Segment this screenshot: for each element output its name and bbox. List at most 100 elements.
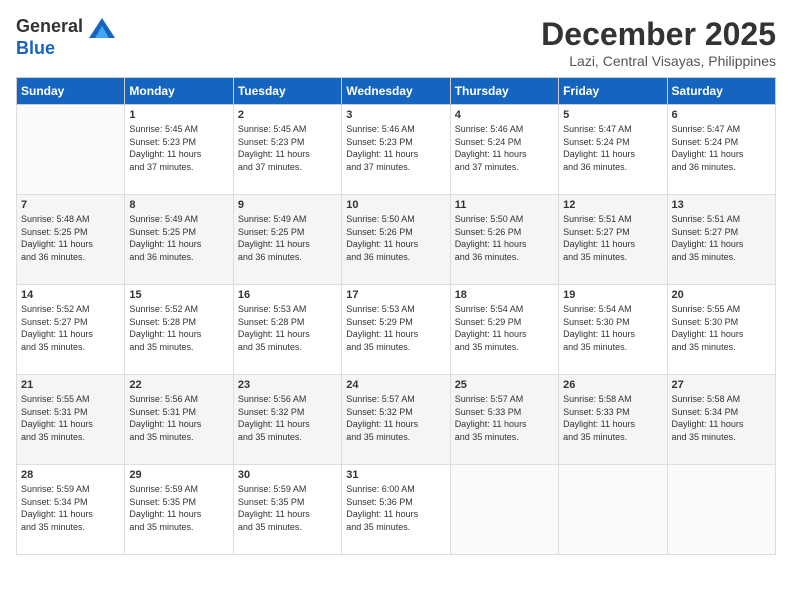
day-number: 21	[21, 379, 120, 391]
day-info: Sunrise: 5:59 AM Sunset: 5:34 PM Dayligh…	[21, 483, 120, 533]
day-number: 29	[129, 469, 228, 481]
day-info: Sunrise: 5:54 AM Sunset: 5:29 PM Dayligh…	[455, 303, 554, 353]
day-info: Sunrise: 5:56 AM Sunset: 5:31 PM Dayligh…	[129, 393, 228, 443]
calendar-cell: 6 Sunrise: 5:47 AM Sunset: 5:24 PM Daylig…	[667, 105, 775, 195]
calendar-cell: 21Sunrise: 5:55 AM Sunset: 5:31 PM Dayli…	[17, 375, 125, 465]
day-info: Sunrise: 5:47 AM Sunset: 5:24 PM Dayligh…	[672, 123, 771, 173]
calendar-week-row: 21Sunrise: 5:55 AM Sunset: 5:31 PM Dayli…	[17, 375, 776, 465]
day-number: 22	[129, 379, 228, 391]
day-number: 8	[129, 199, 228, 211]
calendar-cell: 18 Sunrise: 5:54 AM Sunset: 5:29 PM Dayli…	[450, 285, 558, 375]
calendar-cell: 26 Sunrise: 5:58 AM Sunset: 5:33 PM Dayli…	[559, 375, 667, 465]
day-number: 2	[238, 109, 337, 121]
header-day-thursday: Thursday	[450, 78, 558, 105]
title-area: December 2025 Lazi, Central Visayas, Phi…	[541, 16, 776, 69]
day-info: Sunrise: 5:45 AM Sunset: 5:23 PM Dayligh…	[238, 123, 337, 173]
calendar-cell: 24Sunrise: 5:57 AM Sunset: 5:32 PM Dayli…	[342, 375, 450, 465]
day-number: 23	[238, 379, 337, 391]
calendar-week-row: 7 Sunrise: 5:48 AM Sunset: 5:25 PM Daylig…	[17, 195, 776, 285]
day-number: 5	[563, 109, 662, 121]
day-number: 10	[346, 199, 445, 211]
day-number: 6	[672, 109, 771, 121]
day-info: Sunrise: 5:50 AM Sunset: 5:26 PM Dayligh…	[455, 213, 554, 263]
day-info: Sunrise: 6:00 AM Sunset: 5:36 PM Dayligh…	[346, 483, 445, 533]
calendar-cell: 28 Sunrise: 5:59 AM Sunset: 5:34 PM Dayli…	[17, 465, 125, 555]
calendar-week-row: 14 Sunrise: 5:52 AM Sunset: 5:27 PM Dayli…	[17, 285, 776, 375]
calendar-cell: 12 Sunrise: 5:51 AM Sunset: 5:27 PM Dayli…	[559, 195, 667, 285]
calendar-cell: 8 Sunrise: 5:49 AM Sunset: 5:25 PM Daylig…	[125, 195, 233, 285]
day-info: Sunrise: 5:51 AM Sunset: 5:27 PM Dayligh…	[563, 213, 662, 263]
day-info: Sunrise: 5:48 AM Sunset: 5:25 PM Dayligh…	[21, 213, 120, 263]
calendar-cell	[450, 465, 558, 555]
location-subtitle: Lazi, Central Visayas, Philippines	[541, 53, 776, 69]
day-number: 1	[129, 109, 228, 121]
header-day-monday: Monday	[125, 78, 233, 105]
day-info: Sunrise: 5:49 AM Sunset: 5:25 PM Dayligh…	[238, 213, 337, 263]
header-day-sunday: Sunday	[17, 78, 125, 105]
logo-text: General Blue	[16, 16, 116, 59]
day-number: 7	[21, 199, 120, 211]
calendar-cell: 23Sunrise: 5:56 AM Sunset: 5:32 PM Dayli…	[233, 375, 341, 465]
day-info: Sunrise: 5:54 AM Sunset: 5:30 PM Dayligh…	[563, 303, 662, 353]
day-number: 14	[21, 289, 120, 301]
day-info: Sunrise: 5:46 AM Sunset: 5:24 PM Dayligh…	[455, 123, 554, 173]
day-number: 30	[238, 469, 337, 481]
day-info: Sunrise: 5:47 AM Sunset: 5:24 PM Dayligh…	[563, 123, 662, 173]
day-info: Sunrise: 5:59 AM Sunset: 5:35 PM Dayligh…	[238, 483, 337, 533]
calendar-cell: 3Sunrise: 5:46 AM Sunset: 5:23 PM Daylig…	[342, 105, 450, 195]
day-number: 17	[346, 289, 445, 301]
calendar-cell	[559, 465, 667, 555]
day-info: Sunrise: 5:58 AM Sunset: 5:34 PM Dayligh…	[672, 393, 771, 443]
day-info: Sunrise: 5:45 AM Sunset: 5:23 PM Dayligh…	[129, 123, 228, 173]
calendar-cell: 10Sunrise: 5:50 AM Sunset: 5:26 PM Dayli…	[342, 195, 450, 285]
calendar-cell: 13Sunrise: 5:51 AM Sunset: 5:27 PM Dayli…	[667, 195, 775, 285]
calendar-cell: 9Sunrise: 5:49 AM Sunset: 5:25 PM Daylig…	[233, 195, 341, 285]
day-info: Sunrise: 5:51 AM Sunset: 5:27 PM Dayligh…	[672, 213, 771, 263]
page-header: General Blue December 2025 Lazi, Central…	[16, 16, 776, 69]
day-number: 4	[455, 109, 554, 121]
day-info: Sunrise: 5:59 AM Sunset: 5:35 PM Dayligh…	[129, 483, 228, 533]
day-number: 16	[238, 289, 337, 301]
calendar-cell: 19Sunrise: 5:54 AM Sunset: 5:30 PM Dayli…	[559, 285, 667, 375]
calendar-cell: 22 Sunrise: 5:56 AM Sunset: 5:31 PM Dayli…	[125, 375, 233, 465]
day-number: 31	[346, 469, 445, 481]
header-day-friday: Friday	[559, 78, 667, 105]
day-info: Sunrise: 5:58 AM Sunset: 5:33 PM Dayligh…	[563, 393, 662, 443]
day-info: Sunrise: 5:52 AM Sunset: 5:27 PM Dayligh…	[21, 303, 120, 353]
calendar-cell: 17 Sunrise: 5:53 AM Sunset: 5:29 PM Dayli…	[342, 285, 450, 375]
day-number: 20	[672, 289, 771, 301]
day-number: 12	[563, 199, 662, 211]
day-number: 24	[346, 379, 445, 391]
calendar-cell: 15Sunrise: 5:52 AM Sunset: 5:28 PM Dayli…	[125, 285, 233, 375]
calendar-cell: 25 Sunrise: 5:57 AM Sunset: 5:33 PM Dayli…	[450, 375, 558, 465]
header-day-wednesday: Wednesday	[342, 78, 450, 105]
header-row: SundayMondayTuesdayWednesdayThursdayFrid…	[17, 78, 776, 105]
day-info: Sunrise: 5:55 AM Sunset: 5:30 PM Dayligh…	[672, 303, 771, 353]
calendar-week-row: 28 Sunrise: 5:59 AM Sunset: 5:34 PM Dayli…	[17, 465, 776, 555]
day-info: Sunrise: 5:57 AM Sunset: 5:33 PM Dayligh…	[455, 393, 554, 443]
calendar-cell: 4 Sunrise: 5:46 AM Sunset: 5:24 PM Daylig…	[450, 105, 558, 195]
calendar-cell: 7 Sunrise: 5:48 AM Sunset: 5:25 PM Daylig…	[17, 195, 125, 285]
day-info: Sunrise: 5:53 AM Sunset: 5:28 PM Dayligh…	[238, 303, 337, 353]
day-number: 26	[563, 379, 662, 391]
day-info: Sunrise: 5:53 AM Sunset: 5:29 PM Dayligh…	[346, 303, 445, 353]
day-number: 18	[455, 289, 554, 301]
day-number: 25	[455, 379, 554, 391]
calendar-cell: 29 Sunrise: 5:59 AM Sunset: 5:35 PM Dayli…	[125, 465, 233, 555]
day-number: 11	[455, 199, 554, 211]
header-day-saturday: Saturday	[667, 78, 775, 105]
logo-icon	[89, 18, 115, 38]
calendar-cell: 20 Sunrise: 5:55 AM Sunset: 5:30 PM Dayli…	[667, 285, 775, 375]
calendar-cell	[17, 105, 125, 195]
calendar-cell: 27 Sunrise: 5:58 AM Sunset: 5:34 PM Dayli…	[667, 375, 775, 465]
day-number: 28	[21, 469, 120, 481]
day-info: Sunrise: 5:49 AM Sunset: 5:25 PM Dayligh…	[129, 213, 228, 263]
calendar-cell: 30 Sunrise: 5:59 AM Sunset: 5:35 PM Dayli…	[233, 465, 341, 555]
day-number: 27	[672, 379, 771, 391]
logo-general: General	[16, 16, 83, 36]
calendar-cell: 1 Sunrise: 5:45 AM Sunset: 5:23 PM Daylig…	[125, 105, 233, 195]
calendar-table: SundayMondayTuesdayWednesdayThursdayFrid…	[16, 77, 776, 555]
calendar-cell: 11 Sunrise: 5:50 AM Sunset: 5:26 PM Dayli…	[450, 195, 558, 285]
day-info: Sunrise: 5:46 AM Sunset: 5:23 PM Dayligh…	[346, 123, 445, 173]
calendar-week-row: 1 Sunrise: 5:45 AM Sunset: 5:23 PM Daylig…	[17, 105, 776, 195]
